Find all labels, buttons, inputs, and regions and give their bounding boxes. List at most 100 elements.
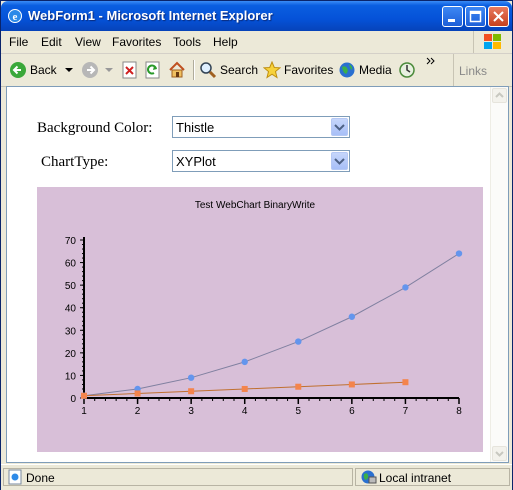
series-2-point: [134, 390, 141, 397]
favorites-star-icon: [263, 61, 281, 79]
status-bar: Done Local intranet: [1, 464, 512, 490]
series-1-point: [241, 358, 248, 366]
chevron-down-icon: [495, 451, 504, 457]
local-intranet-icon: [361, 470, 377, 484]
history-icon: [399, 62, 415, 78]
internet-explorer-icon: e: [8, 9, 22, 23]
favorites-button[interactable]: Favorites: [263, 60, 333, 80]
links-label[interactable]: Links: [459, 64, 487, 78]
maximize-button[interactable]: [465, 6, 486, 27]
refresh-icon: [145, 61, 160, 79]
series-1-point: [348, 313, 356, 320]
page-icon: [8, 469, 22, 485]
chevron-more-icon[interactable]: [426, 56, 436, 66]
series-2-point: [348, 381, 355, 388]
page-viewport: Background Color: Thistle ChartType: XYP…: [6, 86, 509, 463]
menu-tools[interactable]: Tools: [173, 35, 201, 49]
maximize-icon: [469, 10, 482, 23]
chart-type-label: ChartType:: [41, 154, 109, 170]
media-globe-icon: [339, 62, 355, 78]
y-tick-label: 50: [65, 281, 77, 292]
y-tick-label: 0: [70, 394, 76, 405]
security-zone-text: Local intranet: [379, 471, 452, 485]
stop-icon: [122, 61, 137, 79]
windows-logo: [473, 31, 512, 53]
home-icon: [169, 61, 185, 78]
favorites-label: Favorites: [284, 63, 334, 77]
menu-help[interactable]: Help: [213, 35, 238, 49]
chart-background: [37, 187, 483, 452]
chart-type-dropdown-button[interactable]: [331, 152, 348, 170]
toolbar: Back Search Favorites Media Links: [1, 54, 512, 87]
status-text: Done: [26, 471, 55, 485]
title-bar[interactable]: e WebForm1 - Microsoft Internet Explorer: [1, 1, 512, 31]
y-tick-label: 30: [65, 326, 77, 337]
x-tick-label: 1: [81, 406, 87, 417]
scroll-down-button[interactable]: [492, 446, 507, 461]
media-label: Media: [359, 63, 392, 77]
menu-edit[interactable]: Edit: [41, 35, 62, 49]
windows-flag-icon: [484, 34, 501, 49]
browser-window: e WebForm1 - Microsoft Internet Explorer…: [0, 0, 513, 490]
scroll-up-button[interactable]: [492, 88, 507, 103]
search-button[interactable]: Search: [199, 60, 258, 80]
x-tick-label: 5: [296, 406, 302, 417]
y-tick-label: 10: [65, 371, 77, 382]
series-1-point: [187, 374, 195, 381]
history-button[interactable]: [398, 60, 416, 80]
back-label: Back: [30, 63, 57, 77]
menu-favorites[interactable]: Favorites: [112, 35, 161, 49]
status-text-segment: Done: [3, 468, 353, 486]
back-dropdown-icon[interactable]: [63, 65, 75, 75]
x-tick-label: 2: [135, 406, 141, 417]
series-2-point: [402, 379, 409, 386]
x-tick-label: 7: [403, 406, 409, 417]
forward-dropdown-icon[interactable]: [103, 65, 115, 75]
background-color-label: Background Color:: [37, 120, 153, 136]
search-label: Search: [220, 63, 259, 77]
svg-text:e: e: [13, 11, 18, 23]
y-tick-label: 60: [65, 259, 77, 270]
background-color-dropdown-button[interactable]: [331, 118, 348, 136]
series-2-point: [188, 388, 195, 395]
menu-file[interactable]: File: [9, 35, 28, 49]
search-icon: [200, 62, 217, 79]
chart: Test WebChart BinaryWrite 0 10 20 30 40 50 60 7…: [37, 187, 483, 452]
y-tick-label: 70: [65, 236, 77, 247]
x-tick-label: 3: [188, 406, 194, 417]
background-color-value: Thistle: [176, 120, 215, 135]
chevron-down-icon: [334, 124, 345, 131]
background-color-select[interactable]: Thistle: [172, 116, 350, 138]
refresh-button[interactable]: [144, 60, 162, 80]
back-button[interactable]: Back: [9, 60, 75, 80]
menu-view[interactable]: View: [75, 35, 101, 49]
x-tick-label: 4: [242, 406, 248, 417]
media-button[interactable]: Media: [338, 60, 392, 80]
stop-button[interactable]: [121, 60, 139, 80]
y-tick-label: 40: [65, 304, 77, 315]
menu-bar: File Edit View Favorites Tools Help: [1, 31, 512, 54]
chevron-down-icon: [334, 158, 345, 165]
chart-type-select[interactable]: XYPlot: [172, 150, 350, 172]
chevron-up-icon: [495, 92, 504, 98]
y-tick-label: 20: [65, 349, 77, 360]
back-arrow-icon: [10, 62, 26, 78]
forward-button[interactable]: [81, 60, 115, 80]
close-icon: [493, 11, 504, 22]
series-2-point: [81, 392, 87, 399]
minimize-icon: [448, 19, 455, 22]
window-title: WebForm1 - Microsoft Internet Explorer: [28, 8, 273, 23]
x-tick-label: 8: [456, 406, 462, 417]
series-1-point: [455, 250, 463, 257]
security-zone-segment: Local intranet: [355, 468, 510, 486]
series-1-point: [402, 284, 409, 291]
home-button[interactable]: [168, 60, 186, 80]
forward-arrow-icon: [82, 62, 98, 78]
vertical-scrollbar[interactable]: [490, 87, 508, 462]
minimize-button[interactable]: [442, 6, 463, 27]
series-2-point: [241, 385, 248, 392]
close-button[interactable]: [488, 6, 509, 27]
chart-type-value: XYPlot: [176, 154, 216, 169]
series-1-point: [295, 338, 302, 345]
toolbar-separator: [193, 60, 195, 80]
